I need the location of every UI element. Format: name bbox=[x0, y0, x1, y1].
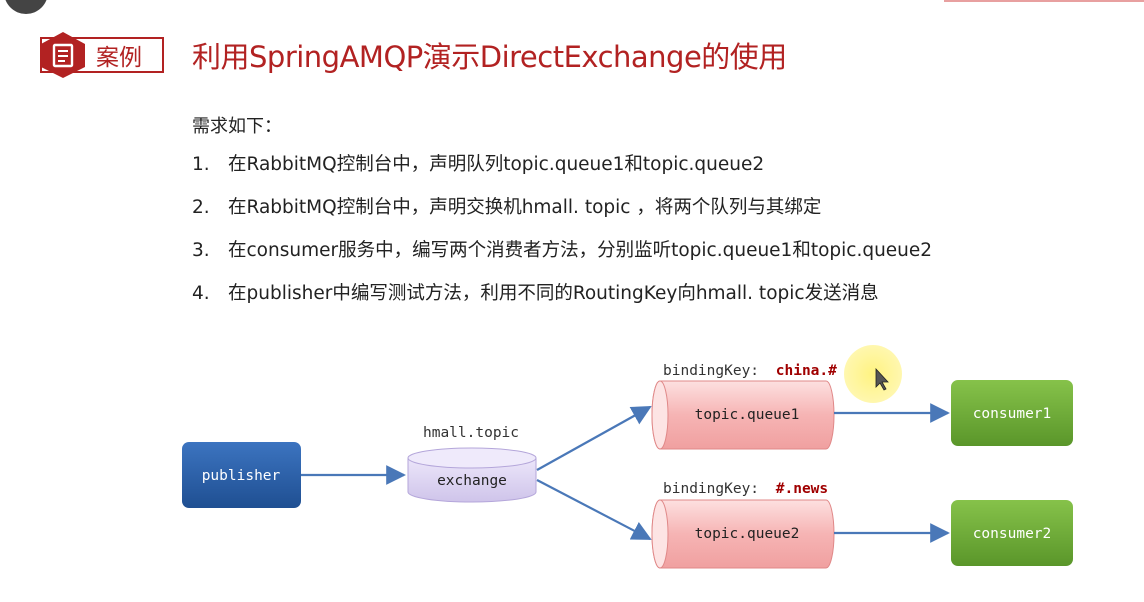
binding-key2: bindingKey: #.news bbox=[663, 481, 828, 497]
cursor-highlight bbox=[844, 345, 902, 403]
requirement-text: 在RabbitMQ控制台中，声明队列topic.queue1和topic.que… bbox=[228, 154, 765, 175]
exchange-node: exchange bbox=[407, 447, 537, 503]
requirements-list: 1. 在RabbitMQ控制台中，声明队列topic.queue1和topic.q… bbox=[192, 152, 932, 324]
requirement-item: 4. 在publisher中编写测试方法，利用不同的RoutingKey向hmal… bbox=[192, 281, 932, 324]
queue2-node: topic.queue2 bbox=[651, 499, 835, 569]
consumer2-node: consumer2 bbox=[951, 500, 1073, 566]
binding-key1-prefix: bindingKey: bbox=[663, 363, 759, 379]
binding-key1-value: china.# bbox=[776, 363, 837, 379]
exchange-label: exchange bbox=[437, 473, 507, 489]
publisher-label: publisher bbox=[202, 468, 281, 484]
requirements-heading: 需求如下： bbox=[192, 116, 282, 137]
requirement-text: 在consumer服务中，编写两个消费者方法，分别监听topic.queue1和… bbox=[228, 240, 933, 261]
case-badge-label: 案例 bbox=[96, 45, 142, 71]
requirement-item: 3. 在consumer服务中，编写两个消费者方法，分别监听topic.queue… bbox=[192, 238, 932, 281]
topic-exchange-diagram: publisher hmall.topic exchange bindingKe… bbox=[182, 345, 1073, 569]
queue1-node: topic.queue1 bbox=[651, 380, 835, 450]
requirement-number: 4. bbox=[192, 283, 210, 304]
site-logo bbox=[4, 0, 48, 14]
binding-key1: bindingKey: china.# bbox=[663, 363, 837, 379]
consumer1-node: consumer1 bbox=[951, 380, 1073, 446]
page-title: 利用SpringAMQP演示DirectExchange的使用 bbox=[192, 40, 787, 74]
arrow-exchange-queue2 bbox=[536, 479, 652, 540]
requirement-text: 在publisher中编写测试方法，利用不同的RoutingKey向hmall.… bbox=[228, 283, 879, 304]
requirement-number: 1. bbox=[192, 154, 210, 175]
consumer1-label: consumer1 bbox=[973, 406, 1052, 422]
requirement-number: 2. bbox=[192, 197, 210, 218]
requirement-number: 3. bbox=[192, 240, 210, 261]
binding-key2-prefix: bindingKey: bbox=[663, 481, 759, 497]
exchange-name: hmall.topic bbox=[423, 425, 519, 441]
requirement-text: 在RabbitMQ控制台中，声明交换机hmall. topic ，将两个队列与其… bbox=[228, 197, 822, 218]
requirement-item: 1. 在RabbitMQ控制台中，声明队列topic.queue1和topic.q… bbox=[192, 152, 932, 195]
arrow-exchange-queue1 bbox=[536, 406, 652, 471]
top-accent-line bbox=[944, 0, 1144, 2]
publisher-node: publisher bbox=[182, 442, 301, 508]
queue1-label: topic.queue1 bbox=[695, 407, 800, 423]
consumer2-label: consumer2 bbox=[973, 526, 1052, 542]
requirement-item: 2. 在RabbitMQ控制台中，声明交换机hmall. topic ，将两个队列… bbox=[192, 195, 932, 238]
queue2-label: topic.queue2 bbox=[695, 526, 800, 542]
binding-key2-value: #.news bbox=[776, 481, 828, 497]
document-icon bbox=[41, 32, 85, 78]
